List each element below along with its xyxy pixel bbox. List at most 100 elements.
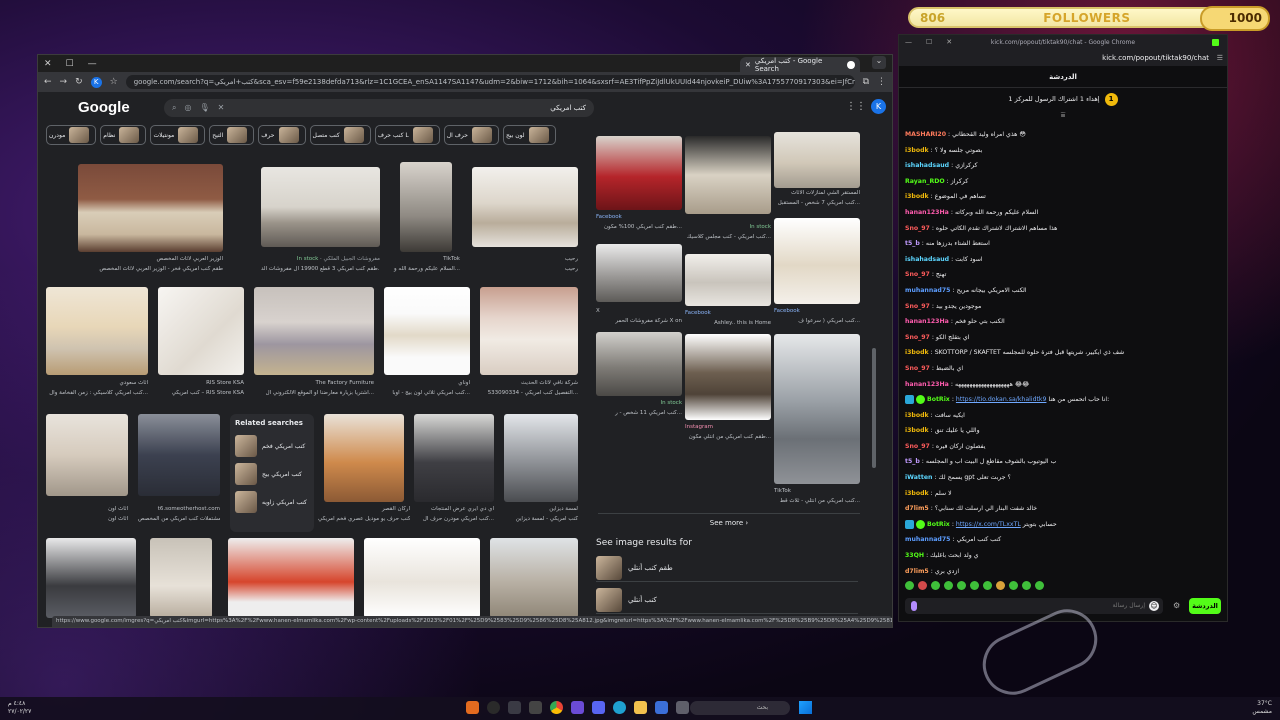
maximize-icon[interactable]: ☐	[926, 35, 932, 50]
tab-search-icon[interactable]: ⌄	[872, 56, 886, 69]
panel-source[interactable]: TikTok	[774, 488, 860, 494]
collapse-icon[interactable]: ⩸	[899, 110, 1227, 120]
app-icon[interactable]	[508, 701, 521, 714]
result-source[interactable]: الوزير العربي لاثاث المخصص	[48, 256, 223, 262]
edge-icon[interactable]	[613, 701, 626, 714]
panel-source[interactable]: In stock	[596, 400, 682, 406]
result-title[interactable]: التفصيل كنب امريكي - 533090334...	[480, 390, 578, 396]
result-image[interactable]	[364, 538, 480, 618]
chat-username[interactable]: i3bodk	[905, 423, 929, 439]
result-source[interactable]: RIS Store KSA	[158, 380, 244, 386]
chat-username[interactable]: Sno_97	[905, 299, 930, 315]
tab-close-icon[interactable]: ✕	[745, 61, 751, 69]
settings-gear-icon[interactable]: ⚙	[1173, 601, 1180, 610]
apps-grid-icon[interactable]: ⋮⋮	[846, 101, 866, 112]
result-image[interactable]	[480, 287, 578, 375]
forward-icon[interactable]: →	[60, 77, 68, 87]
chat-username[interactable]: ishahadsaud	[905, 252, 949, 268]
panel-title[interactable]: كنب امريكي 11 شخص - ر...	[596, 410, 682, 416]
panel-title[interactable]: طقم كنب امريكي من انتلي مكون...	[685, 434, 771, 440]
chat-url-bar[interactable]: kick.com/popout/tiktak90/chat ☰	[899, 50, 1227, 66]
result-title[interactable]: كنب امريكي – RIS Store KSA	[158, 390, 244, 396]
result-image[interactable]	[78, 164, 223, 252]
emote-icon[interactable]	[944, 581, 953, 590]
chip[interactable]: مودرن	[46, 125, 97, 145]
panel-title[interactable]: كنب امريكي 7 شخص - المستقبل...	[774, 200, 860, 206]
result-title[interactable]: كنب امريكي كلاسيكي : زمن الفخامة وال...	[46, 390, 148, 396]
chat-username[interactable]: i3bodk	[905, 408, 929, 424]
result-image[interactable]	[324, 414, 404, 502]
panel-source[interactable]: المستقر الشي لمنازلات الأثاث	[774, 190, 860, 196]
related-item[interactable]: كنب امريكي زاويه	[235, 488, 309, 516]
panel-image[interactable]	[596, 332, 682, 396]
result-image[interactable]	[472, 167, 578, 247]
panel-image[interactable]	[685, 334, 771, 420]
result-image[interactable]	[504, 414, 578, 502]
chat-username[interactable]: MASHARI20	[905, 127, 946, 143]
chip[interactable]: نظام	[100, 125, 147, 145]
chat-username[interactable]: iWatten	[905, 470, 932, 486]
chat-username[interactable]: d7lim5	[905, 501, 929, 517]
chip[interactable]: لون بيج	[502, 125, 556, 145]
result-image[interactable]	[254, 287, 374, 375]
minimize-icon[interactable]: —	[905, 35, 912, 50]
panel-image[interactable]	[774, 218, 860, 304]
chat-username[interactable]: d7lim5	[905, 564, 929, 580]
bookmark-star-icon[interactable]: ☆	[110, 77, 118, 87]
result-image[interactable]	[46, 538, 136, 618]
panel-source[interactable]: Instagram	[685, 424, 771, 430]
emote-icon[interactable]	[931, 581, 940, 590]
panel-title[interactable]: كنب امريكي ( سرعوا ف...	[774, 318, 860, 324]
panel-image[interactable]	[774, 334, 860, 484]
chat-username[interactable]: BotRix	[927, 392, 950, 408]
related-item[interactable]: كنب امريكي بيج	[235, 460, 309, 488]
menu-icon[interactable]: ⋮	[877, 77, 886, 87]
result-title[interactable]: كنب حرف يو موديل عصري فخم امريكي...	[318, 516, 410, 522]
result-source[interactable]: لمسة ديزاين	[504, 506, 578, 512]
result-title[interactable]: كنب امريكي ثلاثي لون بيج - أوبا...	[384, 390, 470, 396]
result-image[interactable]	[138, 414, 220, 496]
panel-title[interactable]: كنب امريكي من أنتلي - ثلاث قط...	[774, 498, 860, 504]
lens-icon[interactable]: ◎	[184, 103, 191, 112]
taskbar-weather[interactable]: 37°C مشمس	[1252, 700, 1272, 716]
chat-username[interactable]: i3bodk	[905, 143, 929, 159]
result-image[interactable]	[46, 414, 128, 496]
emote-icon[interactable]	[1009, 581, 1018, 590]
result-source[interactable]: آي دي ايري عرض المنتجات	[414, 506, 494, 512]
emote-icon[interactable]	[1035, 581, 1044, 590]
panel-title[interactable]: شركة مفروشات الحمر X on	[596, 318, 682, 324]
panel-image[interactable]	[685, 254, 771, 306]
emote-icon[interactable]	[957, 581, 966, 590]
result-title[interactable]: السلام عليكم ورحمة الله و...	[388, 266, 460, 272]
panel-image[interactable]	[685, 136, 771, 214]
chat-link[interactable]: https://tio.dokan.sa/khalidtk9	[956, 392, 1047, 408]
emote-icon[interactable]	[970, 581, 979, 590]
mic-icon[interactable]	[911, 601, 917, 611]
emote-icon[interactable]	[996, 581, 1005, 590]
chat-username[interactable]: BotRix	[927, 517, 950, 533]
emoji-icon[interactable]: ☺	[1149, 601, 1159, 611]
chat-username[interactable]: i3bodk	[905, 486, 929, 502]
result-image[interactable]	[158, 287, 244, 375]
result-source[interactable]: أثاث اون	[46, 506, 128, 512]
back-icon[interactable]: ←	[44, 77, 52, 87]
app-icon[interactable]	[676, 701, 689, 714]
panel-image[interactable]	[774, 132, 860, 188]
chat-username[interactable]: Sno_97	[905, 221, 930, 237]
result-title[interactable]: مشتملات كنب امريكي من المخصص...	[138, 516, 220, 522]
result-title[interactable]: طقم كنب امريكي فخر - الوزير العربي لاثاث…	[48, 266, 223, 272]
result-image[interactable]	[400, 162, 452, 252]
app-icon[interactable]	[655, 701, 668, 714]
url-field[interactable]: google.com/search?q=كتب+امريكي&sca_esv=f…	[125, 75, 855, 89]
chat-username[interactable]: ishahadsaud	[905, 158, 949, 174]
chrome-icon[interactable]	[550, 701, 563, 714]
scrollbar-thumb[interactable]	[872, 348, 876, 468]
panel-image[interactable]	[596, 136, 682, 210]
image-result-link[interactable]: كنب أنتلي	[596, 586, 858, 614]
image-result-link[interactable]: طقم كنب أنتلي	[596, 554, 858, 582]
search-icon[interactable]: ⌕	[172, 103, 176, 113]
maximize-icon[interactable]: ☐	[66, 59, 74, 69]
chat-username[interactable]: 33QH	[905, 548, 924, 564]
emote-icon[interactable]	[983, 581, 992, 590]
chat-message-input[interactable]: إرسال رسالة ☺	[905, 598, 1163, 614]
